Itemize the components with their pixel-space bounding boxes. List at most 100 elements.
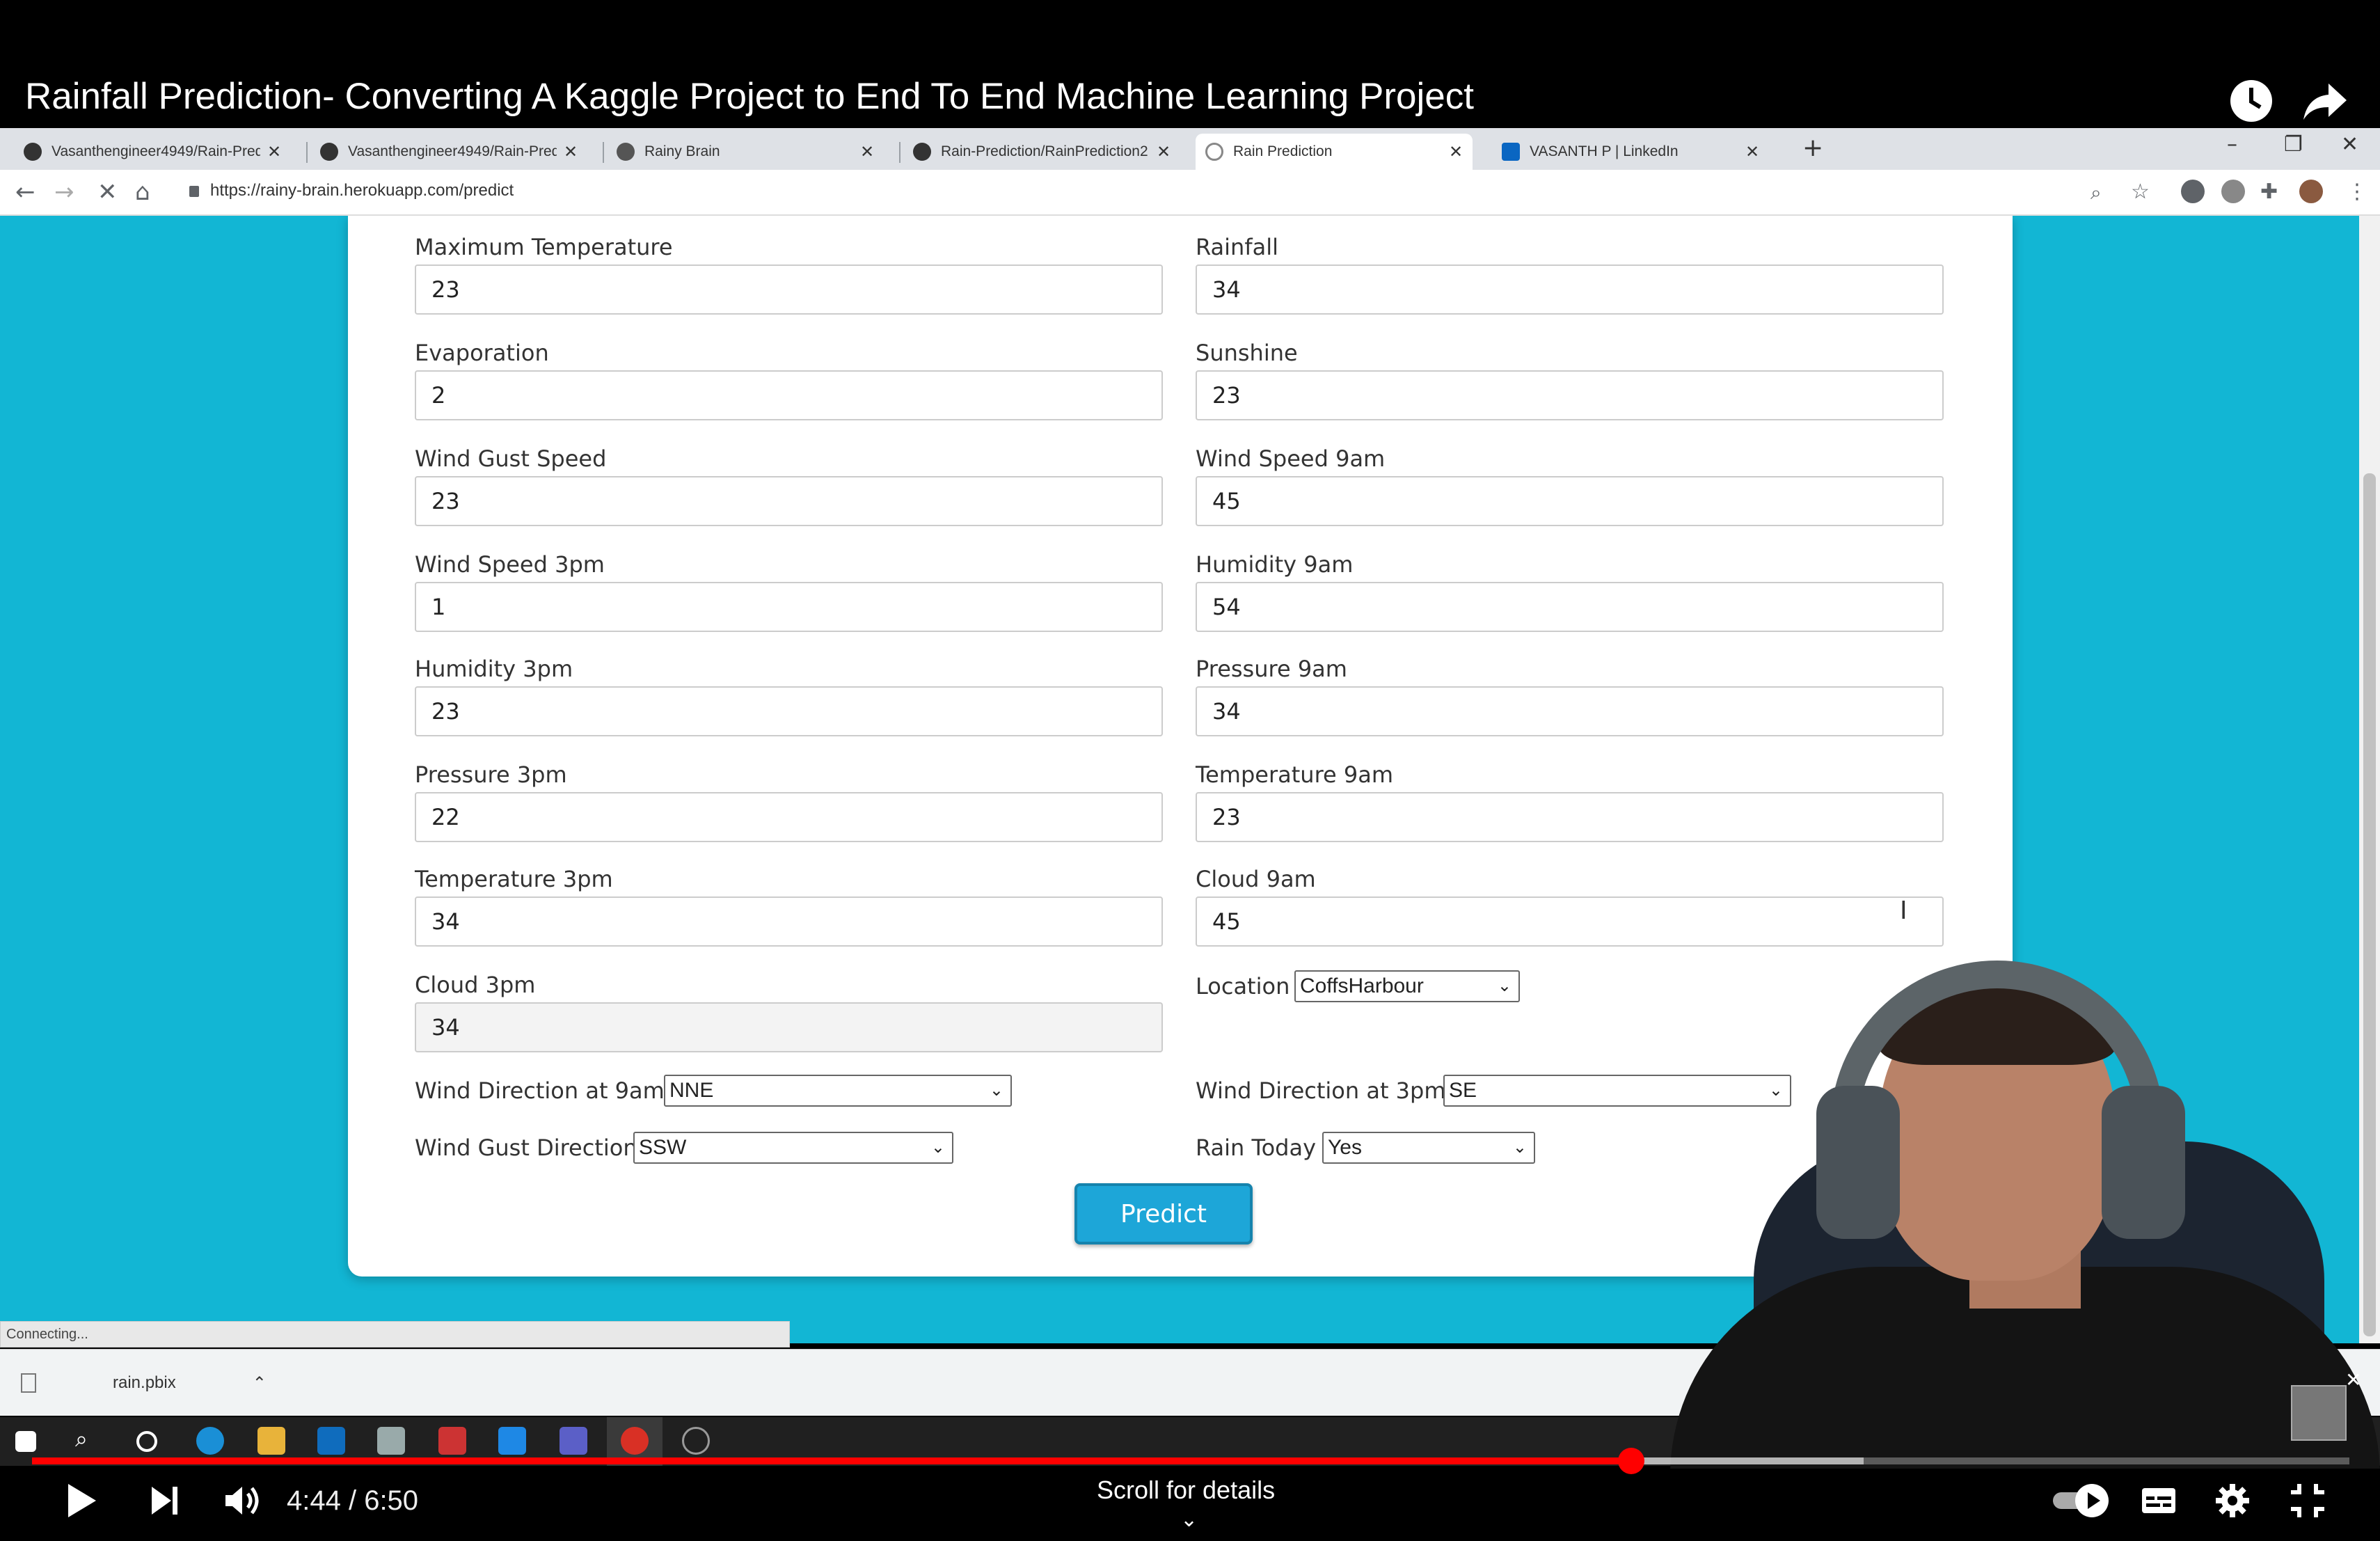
field-label: Maximum Temperature — [415, 234, 673, 260]
file-icon — [21, 1373, 36, 1393]
browser-tab[interactable]: Vasanthengineer4949/Rain-Pred ✕ — [14, 134, 291, 170]
play-icon[interactable] — [64, 1481, 99, 1520]
browser-tab-active[interactable]: Rain Prediction ✕ — [1196, 134, 1473, 170]
scroll-for-details[interactable]: Scroll for details — [1097, 1476, 1275, 1505]
close-icon[interactable]: ✕ — [1745, 142, 1759, 162]
video-title-bar: Rainfall Prediction- Converting A Kaggle… — [0, 0, 2380, 128]
browser-tab[interactable]: Vasanthengineer4949/Rain-Pred ✕ — [310, 134, 587, 170]
windows-start-icon[interactable] — [15, 1431, 36, 1452]
chevron-down-icon: ⌄ — [930, 1138, 945, 1157]
pressure-3pm-input[interactable]: 22 — [415, 792, 1163, 842]
url-field[interactable]: https://rainy-brain.herokuapp.com/predic… — [189, 181, 514, 200]
field-label: Temperature 3pm — [415, 866, 613, 892]
settings-gear-icon[interactable] — [2213, 1481, 2252, 1520]
chrome-icon[interactable] — [621, 1427, 649, 1455]
channel-avatar[interactable] — [2291, 1385, 2347, 1441]
close-icon[interactable]: ✕ — [860, 142, 874, 162]
progress-scrubber[interactable] — [1618, 1448, 1644, 1474]
close-icon[interactable]: ✕ — [564, 142, 578, 162]
exit-fullscreen-icon[interactable] — [2288, 1481, 2327, 1520]
close-icon[interactable]: ✕ — [2345, 1368, 2361, 1391]
field-label: Temperature 9am — [1196, 761, 1394, 788]
humidity-9am-input[interactable]: 54 — [1196, 582, 1944, 632]
tab-label: Rain-Prediction/RainPrediction2 — [941, 143, 1148, 159]
wind-speed-9am-input[interactable]: 45 — [1196, 476, 1944, 526]
minimize-icon[interactable]: – — [2227, 132, 2237, 157]
field-label: Wind Speed 3pm — [415, 551, 605, 578]
forward-icon[interactable]: → — [54, 178, 74, 206]
stop-icon[interactable]: ✕ — [97, 178, 118, 206]
bookmark-star-icon[interactable]: ☆ — [2131, 180, 2150, 204]
wind-speed-3pm-input[interactable]: 1 — [415, 582, 1163, 632]
home-icon[interactable]: ⌂ — [135, 178, 150, 206]
sunshine-input[interactable]: 23 — [1196, 370, 1944, 420]
extension-icon[interactable] — [2181, 180, 2205, 203]
share-icon[interactable] — [2301, 77, 2349, 125]
browser-tab[interactable]: Rainy Brain ✕ — [607, 134, 884, 170]
select-value: SE — [1449, 1079, 1477, 1102]
extensions-puzzle-icon[interactable]: ✚ — [2260, 180, 2278, 204]
app-icon[interactable] — [438, 1427, 466, 1455]
browser-tab[interactable]: VASANTH P | LinkedIn ✕ — [1492, 134, 1769, 170]
extension-icon[interactable] — [2221, 180, 2245, 203]
file-explorer-icon[interactable] — [257, 1427, 285, 1455]
location-select[interactable]: CoffsHarbour ⌄ — [1294, 970, 1520, 1002]
field-label: Wind Speed 9am — [1196, 445, 1386, 472]
chevron-down-icon: ⌄ — [1512, 1138, 1527, 1157]
select-value: SSW — [639, 1136, 687, 1159]
wind-direction-9am-select[interactable]: NNE ⌄ — [664, 1075, 1012, 1107]
close-icon[interactable]: ✕ — [1449, 142, 1463, 162]
download-item[interactable]: rain.pbix ⌃ — [21, 1364, 292, 1402]
watch-later-icon[interactable] — [2227, 77, 2276, 125]
video-title: Rainfall Prediction- Converting A Kaggle… — [25, 76, 1474, 117]
teams-icon[interactable] — [560, 1427, 587, 1455]
new-tab-icon[interactable]: + — [1802, 134, 1823, 162]
autoplay-toggle-icon[interactable] — [2050, 1481, 2114, 1520]
temperature-3pm-input[interactable]: 34 — [415, 896, 1163, 947]
field-label: Rain Today — [1196, 1135, 1317, 1161]
select-value: Yes — [1328, 1136, 1362, 1159]
store-icon[interactable] — [377, 1427, 405, 1455]
cloud-9am-input[interactable]: 45 — [1196, 896, 1944, 947]
close-icon[interactable]: ✕ — [267, 142, 281, 162]
field-label: Location — [1196, 973, 1290, 999]
chevron-down-icon[interactable]: ⌄ — [1180, 1508, 1198, 1532]
mail-icon[interactable] — [317, 1427, 345, 1455]
field-label: Rainfall — [1196, 234, 1278, 260]
evaporation-input[interactable]: 2 — [415, 370, 1163, 420]
skype-icon[interactable] — [498, 1427, 526, 1455]
tab-label: Vasanthengineer4949/Rain-Pred — [348, 143, 557, 159]
pressure-9am-input[interactable]: 34 — [1196, 686, 1944, 736]
browser-menu-icon[interactable]: ⋮ — [2347, 180, 2367, 204]
wind-gust-speed-input[interactable]: 23 — [415, 476, 1163, 526]
next-icon[interactable] — [148, 1481, 182, 1520]
back-icon[interactable]: ← — [15, 178, 35, 206]
volume-icon[interactable] — [221, 1481, 260, 1520]
restore-icon[interactable]: ❐ — [2284, 132, 2303, 157]
cortana-icon[interactable] — [136, 1431, 157, 1452]
profile-avatar[interactable] — [2299, 180, 2323, 203]
max-temperature-input[interactable]: 23 — [415, 264, 1163, 315]
tab-label: Vasanthengineer4949/Rain-Pred — [51, 143, 260, 159]
rain-today-select[interactable]: Yes ⌄ — [1322, 1132, 1535, 1164]
humidity-3pm-input[interactable]: 23 — [415, 686, 1163, 736]
chevron-up-icon[interactable]: ⌃ — [253, 1373, 267, 1393]
select-value: NNE — [669, 1079, 714, 1102]
close-icon[interactable]: ✕ — [1157, 142, 1171, 162]
obs-icon[interactable] — [682, 1427, 710, 1455]
browser-tab[interactable]: Rain-Prediction/RainPrediction2 ✕ — [903, 134, 1180, 170]
zoom-icon[interactable]: ⌕ — [2091, 181, 2102, 205]
text-cursor-icon: I — [1900, 896, 1907, 925]
subtitles-icon[interactable] — [2139, 1481, 2178, 1520]
lock-icon — [189, 185, 199, 197]
predict-button[interactable]: Predict — [1074, 1183, 1253, 1244]
search-icon[interactable]: ⌕ — [75, 1425, 103, 1453]
temperature-9am-input[interactable]: 23 — [1196, 792, 1944, 842]
edge-icon[interactable] — [196, 1427, 224, 1455]
cloud-3pm-input[interactable]: 34 — [415, 1002, 1163, 1052]
rainfall-input[interactable]: 34 — [1196, 264, 1944, 315]
field-label: Wind Direction at 9am — [415, 1077, 665, 1104]
wind-gust-direction-select[interactable]: SSW ⌄ — [633, 1132, 953, 1164]
tab-label: VASANTH P | LinkedIn — [1530, 143, 1679, 159]
window-close-icon[interactable]: ✕ — [2341, 132, 2358, 157]
